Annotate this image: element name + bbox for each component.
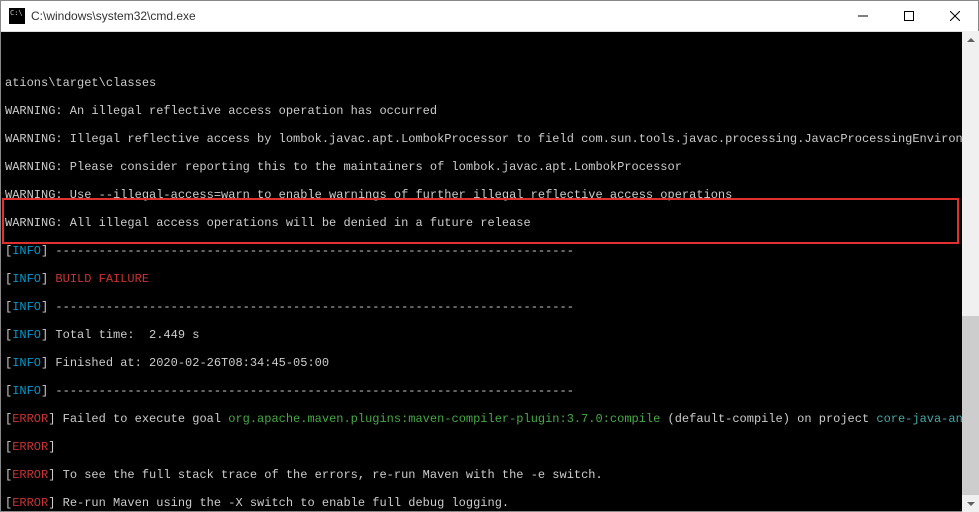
output-line: [INFO] ---------------------------------… [5,384,974,398]
output-line: [ERROR] To see the full stack trace of t… [5,468,974,482]
window-title: C:\windows\system32\cmd.exe [31,9,840,23]
close-button[interactable] [932,1,978,31]
titlebar[interactable]: C:\windows\system32\cmd.exe [1,1,978,32]
vertical-scrollbar[interactable] [962,31,979,512]
minimize-button[interactable] [840,1,886,31]
output-line: [INFO] ---------------------------------… [5,300,974,314]
output-line: WARNING: Please consider reporting this … [5,160,974,174]
minimize-icon [858,11,868,21]
window-controls [840,1,978,31]
output-line: WARNING: An illegal reflective access op… [5,104,974,118]
terminal-content: ations\target\classes WARNING: An illega… [5,62,974,511]
output-line: WARNING: All illegal access operations w… [5,216,974,230]
scrollbar-thumb[interactable] [962,316,979,495]
scrollbar-up-arrow[interactable] [962,31,979,48]
scrollbar-down-arrow[interactable] [962,495,979,512]
chevron-up-icon [967,38,975,42]
output-line: [ERROR] Re-run Maven using the -X switch… [5,496,974,510]
terminal-area[interactable]: ations\target\classes WARNING: An illega… [1,32,978,511]
maximize-icon [904,11,914,21]
output-line: [INFO] BUILD FAILURE [5,272,974,286]
scrollbar-track[interactable] [962,48,979,495]
command-prompt-window: C:\windows\system32\cmd.exe ations\targe… [0,0,979,512]
output-line: [INFO] ---------------------------------… [5,244,974,258]
maximize-button[interactable] [886,1,932,31]
output-line: WARNING: Illegal reflective access by lo… [5,132,974,146]
chevron-down-icon [967,502,975,506]
output-line: ations\target\classes [5,76,974,90]
output-line: WARNING: Use --illegal-access=warn to en… [5,188,974,202]
output-line: [INFO] Finished at: 2020-02-26T08:34:45-… [5,356,974,370]
output-line: [ERROR] [5,440,974,454]
cmd-icon [9,8,25,24]
output-line: [ERROR] Failed to execute goal org.apach… [5,412,974,426]
output-line: [INFO] Total time: 2.449 s [5,328,974,342]
close-icon [950,11,960,21]
